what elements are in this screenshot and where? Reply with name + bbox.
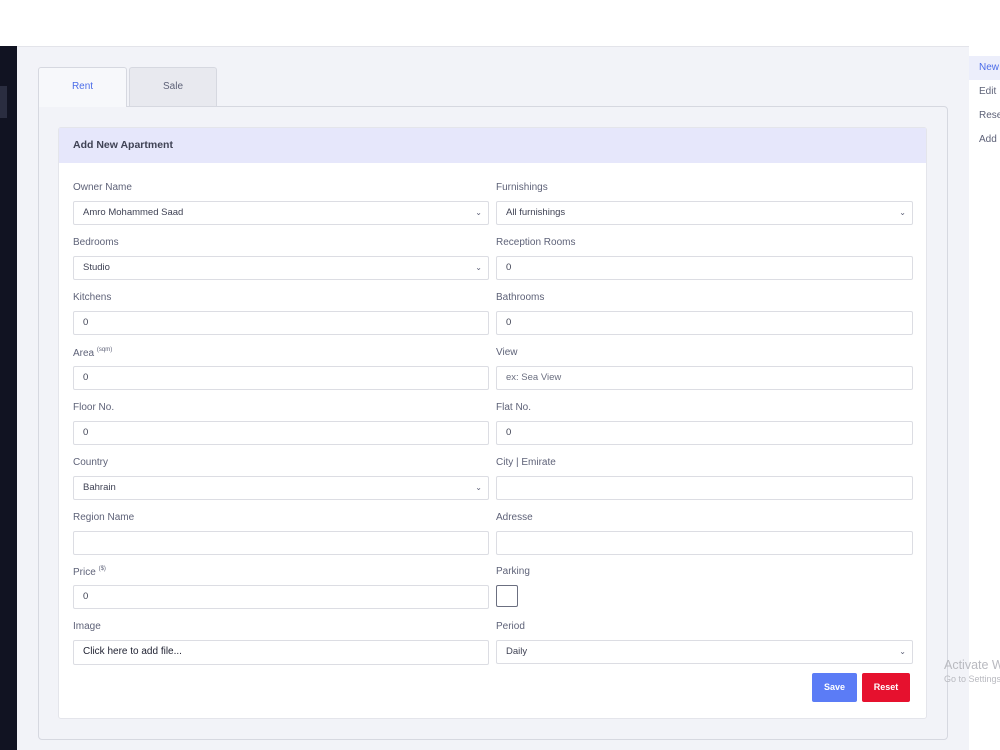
city-label: City | Emirate [496, 457, 556, 468]
furnishings-value: All furnishings [506, 207, 566, 218]
chevron-down-icon: ⌄ [475, 483, 482, 492]
view-placeholder: ex: Sea View [506, 372, 562, 383]
card-title: Add New Apartment [59, 128, 926, 163]
right-menu-item-add[interactable]: Add [969, 128, 1000, 152]
reception-rooms-label: Reception Rooms [496, 237, 576, 248]
area-unit: (sqm) [96, 347, 113, 353]
price-input[interactable]: 0 [73, 585, 489, 609]
area-label-text: Area [73, 348, 95, 359]
furnishings-select[interactable]: All furnishings ⌄ [496, 201, 913, 225]
tab-sale[interactable]: Sale [129, 67, 217, 106]
country-value: Bahrain [83, 482, 116, 493]
chevron-down-icon: ⌄ [475, 263, 482, 272]
period-select[interactable]: Daily ⌄ [496, 640, 913, 664]
price-label-text: Price [73, 567, 96, 578]
period-value: Daily [506, 646, 528, 657]
floor-no-value: 0 [83, 427, 89, 438]
right-menu: New Edit Reset Add [969, 46, 1000, 750]
reset-button[interactable]: Reset [862, 673, 910, 702]
chevron-down-icon: ⌄ [475, 208, 482, 217]
bathrooms-value: 0 [506, 317, 512, 328]
flat-no-value: 0 [506, 427, 512, 438]
region-name-input[interactable] [73, 531, 489, 555]
owner-name-value: Amro Mohammed Saad [83, 207, 184, 218]
bathrooms-input[interactable]: 0 [496, 311, 913, 335]
left-sidebar [0, 46, 17, 750]
save-button[interactable]: Save [812, 673, 857, 702]
floor-no-label: Floor No. [73, 402, 115, 413]
add-file-button[interactable]: Click here to add file... [83, 646, 182, 657]
furnishings-label: Furnishings [496, 182, 548, 193]
area-label: Area (sqm) [73, 347, 112, 359]
price-value: 0 [83, 591, 89, 602]
right-menu-item-edit[interactable]: Edit [969, 80, 1000, 104]
sidebar-active-indicator [0, 86, 7, 118]
right-menu-item-new[interactable]: New [969, 56, 1000, 80]
parking-label: Parking [496, 566, 530, 577]
chevron-down-icon: ⌄ [899, 208, 906, 217]
flat-no-input[interactable]: 0 [496, 421, 913, 445]
right-menu-item-reset[interactable]: Reset [969, 104, 1000, 128]
owner-name-select[interactable]: Amro Mohammed Saad ⌄ [73, 201, 489, 225]
address-label: Adresse [496, 512, 533, 523]
image-label: Image [73, 621, 101, 632]
chevron-down-icon: ⌄ [899, 647, 906, 656]
country-label: Country [73, 457, 109, 468]
price-unit: ($) [98, 566, 106, 572]
address-input[interactable] [496, 531, 913, 555]
kitchens-input[interactable]: 0 [73, 311, 489, 335]
price-label: Price ($) [73, 566, 106, 578]
kitchens-label: Kitchens [73, 292, 112, 303]
period-label: Period [496, 621, 525, 632]
floor-no-input[interactable]: 0 [73, 421, 489, 445]
region-name-label: Region Name [73, 512, 135, 523]
area-input[interactable]: 0 [73, 366, 489, 390]
view-input[interactable]: ex: Sea View [496, 366, 913, 390]
watermark-line1: Activate Windows [944, 658, 1000, 672]
bathrooms-label: Bathrooms [496, 292, 545, 303]
tab-rent[interactable]: Rent [38, 67, 127, 107]
watermark-line2: Go to Settings to activate Windows. [944, 674, 1000, 684]
bedrooms-value: Studio [83, 262, 110, 273]
view-label: View [496, 347, 518, 358]
top-bar [0, 0, 1000, 46]
image-file-input[interactable]: Click here to add file... [73, 640, 489, 665]
reception-rooms-value: 0 [506, 262, 512, 273]
area-value: 0 [83, 372, 89, 383]
country-select[interactable]: Bahrain ⌄ [73, 476, 489, 500]
reception-rooms-input[interactable]: 0 [496, 256, 913, 280]
city-input[interactable] [496, 476, 913, 500]
bedrooms-select[interactable]: Studio ⌄ [73, 256, 489, 280]
kitchens-value: 0 [83, 317, 89, 328]
parking-checkbox[interactable] [496, 585, 518, 607]
activation-watermark: Activate Windows Go to Settings to activ… [944, 658, 1000, 684]
owner-name-label: Owner Name [73, 182, 132, 193]
flat-no-label: Flat No. [496, 402, 532, 413]
bedrooms-label: Bedrooms [73, 237, 119, 248]
